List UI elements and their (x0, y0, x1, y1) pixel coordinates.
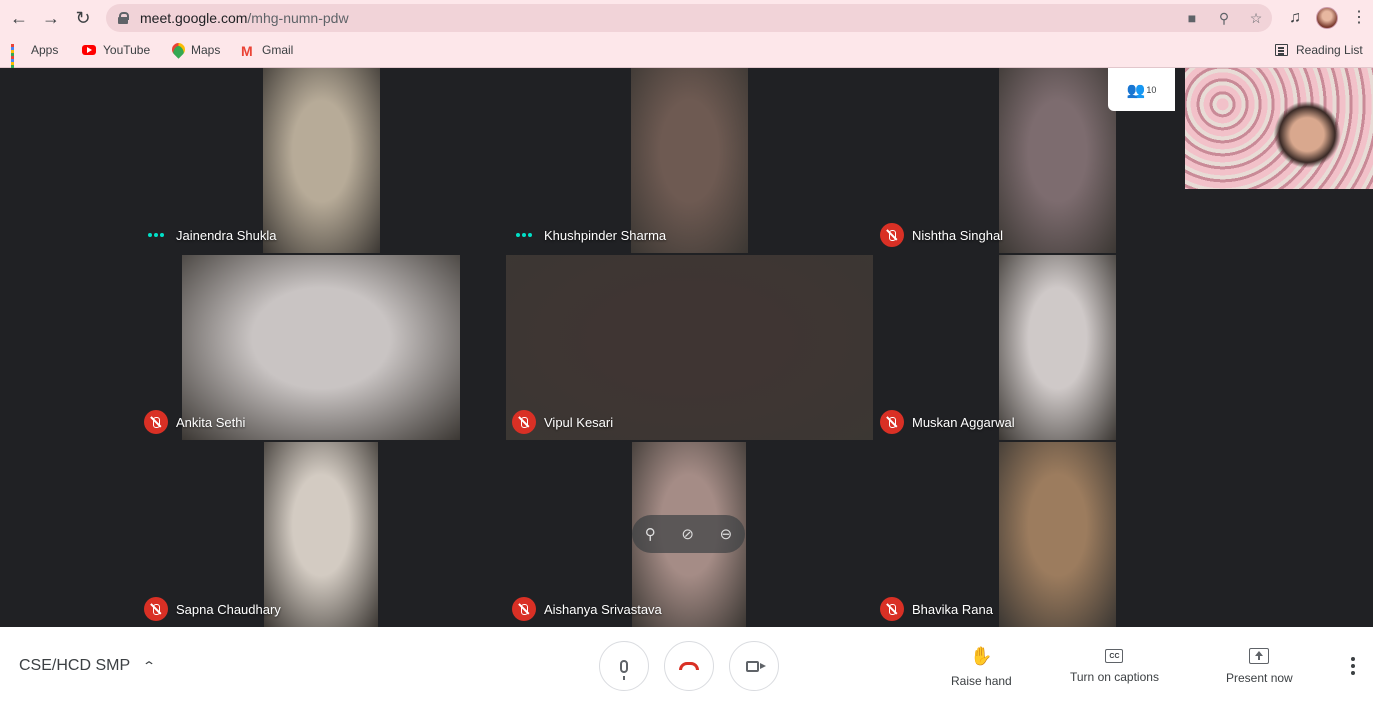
participant-name: Bhavika Rana (912, 601, 993, 617)
bookmark-label: Apps (31, 43, 59, 57)
remove-participant-icon[interactable]: ⊖ (720, 525, 733, 543)
people-icon: 👥 (1126, 81, 1146, 99)
speaking-indicator-icon (512, 223, 536, 247)
chevron-up-icon: ⌃ (142, 659, 157, 673)
participant-name: Sapna Chaudhary (176, 601, 281, 617)
participant-name: Aishanya Srivastava (544, 601, 662, 617)
media-control-icon[interactable]: ♫ (1284, 7, 1306, 29)
participant-name: Nishtha Singhal (912, 227, 1004, 243)
participant-name: Muskan Aggarwal (912, 414, 1015, 430)
participant-tile[interactable]: Khushpinder Sharma (506, 68, 873, 253)
bookmark-apps[interactable]: Apps (11, 40, 59, 71)
maps-pin-icon (170, 43, 184, 57)
mic-off-icon (144, 410, 168, 434)
mute-participant-icon[interactable]: ⊘ (681, 525, 694, 543)
reload-icon[interactable]: ↻ (71, 6, 95, 30)
mic-off-icon (512, 597, 536, 621)
participant-tile[interactable]: Sapna Chaudhary (138, 442, 505, 627)
meeting-details[interactable]: CSE/HCD SMP ⌃ (19, 657, 157, 675)
participant-video (999, 442, 1116, 627)
present-icon (1249, 648, 1270, 664)
participant-name: Ankita Sethi (176, 414, 246, 430)
mic-off-icon (880, 597, 904, 621)
bookmark-label: YouTube (103, 43, 151, 57)
browser-menu-icon[interactable]: ⋮ (1348, 7, 1370, 29)
participant-name: Jainendra Shukla (176, 227, 277, 243)
participant-name: Khushpinder Sharma (544, 227, 667, 243)
captions-button[interactable]: CC Turn on captions (1070, 645, 1159, 684)
url-host: meet.google.com (140, 10, 248, 26)
bookmark-label: Gmail (262, 43, 294, 57)
camera-indicator-icon[interactable]: ■ (1184, 10, 1200, 26)
raise-hand-label: Raise hand (951, 674, 1012, 688)
self-video (1185, 68, 1373, 189)
bookmark-label: Maps (191, 43, 221, 57)
bookmark-star-icon[interactable]: ☆ (1248, 10, 1264, 26)
lock-icon (118, 12, 129, 24)
participant-video (999, 255, 1116, 440)
present-now-button[interactable]: Present now (1226, 645, 1293, 685)
participant-count: 10 (1146, 84, 1157, 95)
participant-tile[interactable]: Jainendra Shukla (138, 68, 505, 253)
microphone-button[interactable] (599, 641, 649, 691)
mic-off-icon (512, 410, 536, 434)
present-label: Present now (1226, 671, 1293, 685)
avatar[interactable] (1316, 7, 1338, 29)
reading-list-icon (1275, 44, 1288, 56)
hand-icon: ✋ (970, 646, 993, 666)
participant-tile[interactable]: Muskan Aggarwal (874, 255, 1241, 440)
more-options-icon[interactable] (1348, 657, 1358, 675)
gmail-icon (241, 43, 255, 59)
reading-list-button[interactable]: Reading List (1275, 40, 1363, 60)
microphone-icon (620, 659, 628, 680)
back-arrow-icon[interactable]: ← (7, 6, 31, 30)
leave-call-button[interactable] (664, 641, 714, 691)
people-button[interactable]: 👥 10 (1108, 68, 1175, 111)
mic-off-icon (880, 410, 904, 434)
bookmark-gmail[interactable]: Gmail (241, 40, 293, 60)
address-bar[interactable]: meet.google.com/mhg-numn-pdw ■ ⚲ ☆ (106, 4, 1272, 32)
hang-up-icon (679, 662, 699, 670)
meeting-title: CSE/HCD SMP (19, 657, 131, 674)
participant-tile[interactable]: Vipul Kesari (506, 255, 873, 440)
bookmark-maps[interactable]: Maps (170, 40, 220, 60)
participant-tile[interactable]: Bhavika Rana (874, 442, 1241, 627)
apps-grid-icon (11, 43, 24, 71)
participant-name: Vipul Kesari (544, 414, 614, 430)
camera-icon (745, 660, 766, 672)
mic-off-icon (144, 597, 168, 621)
browser-toolbar: ← → ↻ meet.google.com/mhg-numn-pdw ■ ⚲ ☆… (0, 0, 1373, 71)
raise-hand-button[interactable]: ✋ Raise hand (951, 645, 1012, 688)
zoom-icon[interactable]: ⚲ (1216, 10, 1232, 26)
participant-tile[interactable]: Ankita Sethi (138, 255, 505, 440)
forward-arrow-icon[interactable]: → (39, 6, 63, 30)
bookmark-youtube[interactable]: YouTube (82, 40, 150, 60)
participant-video (263, 68, 380, 253)
tile-hover-controls: ⚲ ⊘ ⊖ (632, 515, 745, 553)
captions-label: Turn on captions (1070, 670, 1159, 684)
meeting-controls-bar: CSE/HCD SMP ⌃ ✋ Raise hand CC Turn on ca… (0, 627, 1373, 706)
mic-off-icon (880, 223, 904, 247)
self-view[interactable] (1176, 68, 1373, 189)
url-path: /mhg-numn-pdw (247, 10, 349, 26)
camera-button[interactable] (729, 641, 779, 691)
youtube-icon (82, 45, 96, 55)
pin-icon[interactable]: ⚲ (645, 525, 656, 543)
participant-video (264, 442, 378, 627)
bookmarks-bar: Apps YouTube Maps Gmail Reading List (0, 40, 1373, 71)
captions-icon: CC (1105, 649, 1124, 663)
speaking-indicator-icon (144, 223, 168, 247)
participant-video (999, 68, 1116, 253)
reading-list-label: Reading List (1296, 43, 1363, 57)
